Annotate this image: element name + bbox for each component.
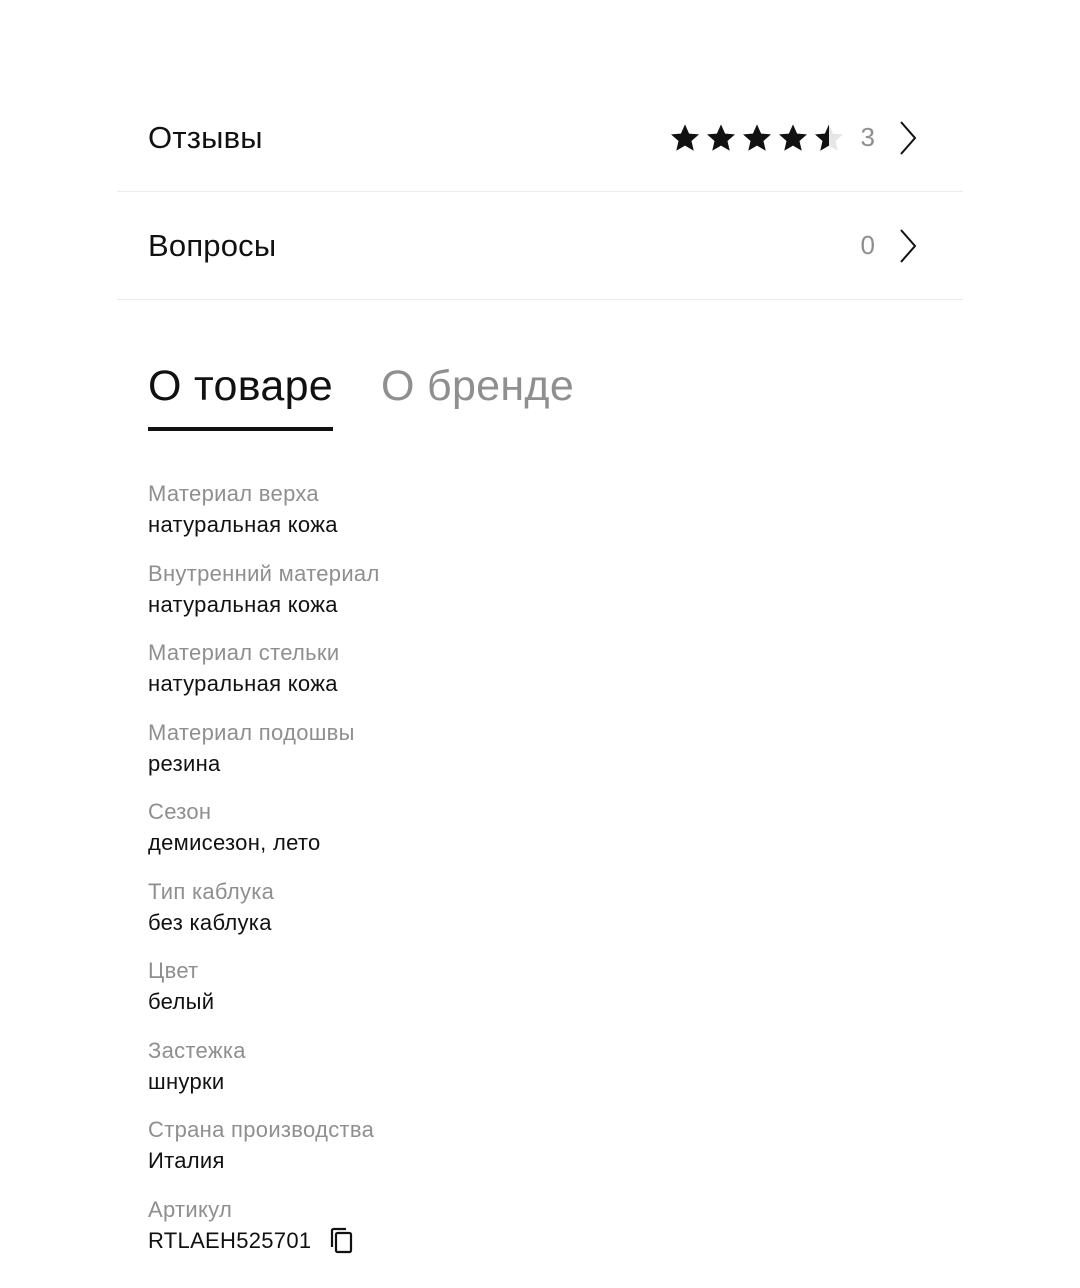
- chevron-right-icon: [900, 120, 917, 155]
- sku-value: RTLAEH525701: [148, 1227, 312, 1253]
- star-icon: [778, 123, 807, 151]
- next-property-label-clipped: [148, 1268, 328, 1288]
- reviews-count: 3: [860, 122, 875, 152]
- property-label: Материал верха: [148, 481, 319, 506]
- property-label: Материал подошвы: [148, 719, 355, 745]
- property-item: Материал подошвы резина: [148, 717, 948, 797]
- property-label: Сезон: [148, 799, 212, 824]
- property-item: Тип каблука без каблука: [148, 876, 948, 956]
- property-value: натуральная кожа: [148, 591, 338, 617]
- questions-count: 0: [860, 230, 875, 260]
- property-value: шнурки: [148, 1068, 225, 1094]
- property-item: Сезон демисезон, лето: [148, 796, 948, 876]
- questions-row[interactable]: Вопросы 0: [117, 192, 963, 300]
- property-item: Внутренний материал натуральная кожа: [148, 558, 948, 638]
- tab-about-brand[interactable]: О бренде: [381, 362, 574, 431]
- next-property-partial: [148, 1268, 328, 1288]
- property-value: белый: [148, 989, 215, 1014]
- sku-value-row: RTLAEH525701: [148, 1225, 948, 1257]
- star-icon: [742, 123, 771, 151]
- reviews-label: Отзывы: [148, 119, 263, 155]
- property-label: Артикул: [148, 1196, 233, 1222]
- product-properties: Материал верха натуральная кожа Внутренн…: [148, 478, 948, 1273]
- property-value: натуральная кожа: [148, 671, 338, 696]
- property-item-sku: Артикул RTLAEH525701: [148, 1194, 948, 1274]
- property-value: резина: [148, 750, 221, 776]
- rating-stars: [669, 122, 845, 154]
- product-tabs: О товаре О бренде: [148, 362, 574, 431]
- property-item: Материал верха натуральная кожа: [148, 478, 948, 558]
- property-item: Материал стельки натуральная кожа: [148, 637, 948, 717]
- reviews-row[interactable]: Отзывы 3: [117, 84, 963, 192]
- property-label: Материал стельки: [148, 640, 340, 665]
- property-value: без каблука: [148, 909, 272, 935]
- half-star-icon: [814, 123, 843, 151]
- tab-about-product[interactable]: О товаре: [148, 362, 334, 431]
- property-label: Тип каблука: [148, 878, 275, 904]
- star-icon: [670, 123, 699, 151]
- property-value: демисезон, лето: [148, 830, 321, 855]
- property-item: Застежка шнурки: [148, 1035, 948, 1115]
- property-label: Страна производства: [148, 1117, 375, 1142]
- property-item: Страна производства Италия: [148, 1114, 948, 1194]
- property-label: Цвет: [148, 958, 199, 983]
- property-label: Внутренний материал: [148, 560, 380, 586]
- property-value: натуральная кожа: [148, 512, 338, 537]
- product-info-links: Отзывы 3 Вопросы 0: [117, 84, 963, 300]
- star-icon: [706, 123, 735, 151]
- property-item: Цвет белый: [148, 955, 948, 1035]
- questions-label: Вопросы: [148, 227, 277, 263]
- copy-icon[interactable]: [329, 1226, 355, 1256]
- property-label: Застежка: [148, 1037, 246, 1063]
- chevron-right-icon: [900, 228, 917, 263]
- property-value: Италия: [148, 1148, 225, 1173]
